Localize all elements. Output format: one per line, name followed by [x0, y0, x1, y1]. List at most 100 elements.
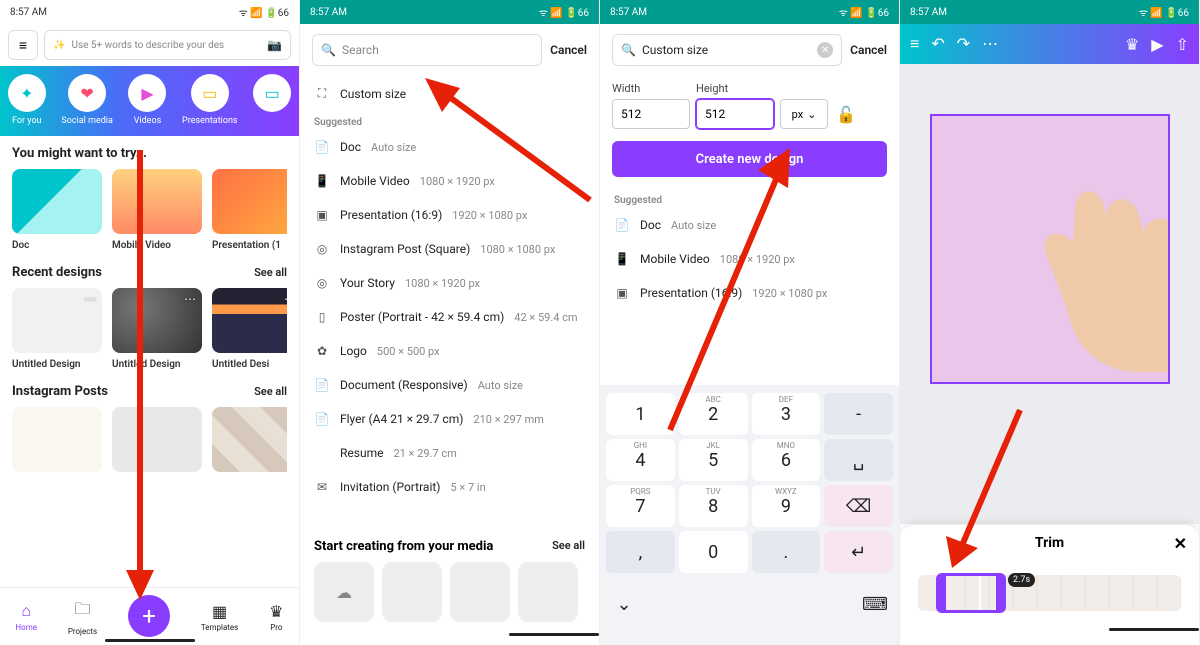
format-row[interactable]: Resume 21 × 29.7 cm [300, 436, 599, 470]
height-input[interactable] [696, 99, 774, 129]
nav-pro[interactable]: ♛Pro [269, 602, 283, 632]
create-fab[interactable]: + [128, 595, 170, 637]
lock-icon[interactable]: 🔓 [834, 99, 858, 129]
key-8[interactable]: TUV8 [679, 485, 748, 527]
recent-card[interactable]: ⋯Untitled Design [112, 288, 202, 370]
selected-frame[interactable] [930, 114, 1170, 384]
height-label: Height [696, 82, 774, 95]
cancel-button[interactable]: Cancel [550, 43, 587, 57]
template-card-presentation[interactable]: Presentation (1 [212, 169, 287, 251]
format-row[interactable]: 📄Flyer (A4 21 × 29.7 cm) 210 × 297 mm [300, 402, 599, 436]
format-row[interactable]: ▣Presentation (16:9) 1920 × 1080 px [600, 276, 899, 310]
category-presentations[interactable]: ▭Presentations [182, 74, 238, 126]
status-time: 8:57 AM [310, 7, 347, 18]
format-row[interactable]: ✉Invitation (Portrait) 5 × 7 in [300, 470, 599, 504]
category-more[interactable]: ▭ [253, 74, 291, 126]
key-7[interactable]: PQRS7 [606, 485, 675, 527]
nav-projects[interactable]: 🗀Projects [68, 598, 97, 636]
ig-card[interactable] [112, 407, 202, 472]
format-row[interactable]: ▯Poster (Portrait - 42 × 59.4 cm) 42 × 5… [300, 300, 599, 334]
key-5[interactable]: JKL5 [679, 439, 748, 481]
key-2[interactable]: ABC2 [679, 393, 748, 435]
format-row[interactable]: ◎Instagram Post (Square) 1080 × 1080 px [300, 232, 599, 266]
key-dot[interactable]: . [752, 531, 821, 573]
format-row[interactable]: 📱Mobile Video 1080 × 1920 px [600, 242, 899, 276]
key-backspace[interactable]: ⌫ [824, 485, 893, 527]
format-row[interactable]: 📄Doc Auto size [600, 208, 899, 242]
format-row[interactable]: ◎Your Story 1080 × 1920 px [300, 266, 599, 300]
search-placeholder: Use 5+ words to describe your des [71, 40, 224, 51]
key-space[interactable]: ␣ [824, 439, 893, 481]
key-1[interactable]: 1 [606, 393, 675, 435]
search-input[interactable]: 🔍 Search [312, 34, 542, 66]
recent-card[interactable]: ⋯Untitled Desi [212, 288, 287, 370]
media-tile[interactable] [450, 562, 510, 622]
key-3[interactable]: DEF3 [752, 393, 821, 435]
more-icon[interactable]: ⋯ [84, 292, 96, 306]
canvas-area[interactable] [900, 64, 1199, 524]
clear-icon[interactable]: ✕ [817, 42, 833, 58]
see-all-link[interactable]: See all [254, 266, 287, 279]
format-row[interactable]: 📱Mobile Video 1080 × 1920 px [300, 164, 599, 198]
key-comma[interactable]: , [606, 531, 675, 573]
keyboard-collapse[interactable]: ⌄ [606, 583, 642, 625]
key-9[interactable]: WXYZ9 [752, 485, 821, 527]
format-row[interactable]: ✿Logo 500 × 500 px [300, 334, 599, 368]
share-icon[interactable]: ⇧ [1176, 35, 1189, 54]
section-try: You might want to try... Doc Mobile Vide… [0, 136, 299, 255]
playhead[interactable] [979, 576, 981, 610]
upload-media-tile[interactable]: ☁ [314, 562, 374, 622]
key-dash[interactable]: - [824, 393, 893, 435]
timeline[interactable]: 2.7s [918, 575, 1181, 611]
cancel-button[interactable]: Cancel [850, 43, 887, 57]
media-tile[interactable] [518, 562, 578, 622]
more-icon[interactable]: ⋯ [982, 34, 998, 54]
unit-select[interactable]: px⌄ [780, 99, 828, 129]
create-design-button[interactable]: Create new design [612, 141, 887, 177]
section-title: Instagram Posts [12, 384, 108, 399]
template-card-mobile-video[interactable]: Mobile Video [112, 169, 202, 251]
category-social[interactable]: ❤Social media [61, 74, 113, 126]
keyboard-switch[interactable]: ⌨ [857, 583, 893, 625]
see-all-link[interactable]: See all [254, 385, 287, 398]
more-icon[interactable]: ⋯ [184, 292, 196, 306]
ig-card[interactable] [212, 407, 287, 472]
format-name: Mobile Video [340, 174, 410, 188]
width-input[interactable] [612, 99, 690, 129]
format-row[interactable]: 📄Doc Auto size [300, 130, 599, 164]
ig-card[interactable] [12, 407, 102, 472]
status-icons: ᯤ 📶 🔋66 [239, 5, 289, 19]
category-videos[interactable]: ▶Videos [128, 74, 166, 126]
format-row[interactable]: ▣Presentation (16:9) 1920 × 1080 px [300, 198, 599, 232]
menu-button[interactable]: ≡ [8, 30, 38, 60]
template-card-doc[interactable]: Doc [12, 169, 102, 251]
status-icons: ᯤ 📶 🔋66 [539, 5, 589, 19]
search-input[interactable]: ✨ Use 5+ words to describe your des 📷 [44, 30, 291, 60]
redo-icon[interactable]: ↷ [957, 34, 970, 54]
crown-icon[interactable]: ♛ [1125, 35, 1139, 54]
nav-home[interactable]: ⌂Home [15, 601, 37, 632]
nav-templates[interactable]: ▦Templates [201, 602, 238, 632]
camera-icon[interactable]: 📷 [267, 38, 282, 52]
recent-card[interactable]: ⋯Untitled Design [12, 288, 102, 370]
key-4[interactable]: GHI4 [606, 439, 675, 481]
see-all-link[interactable]: See all [552, 539, 585, 554]
custom-size-row[interactable]: ⛶ Custom size [300, 76, 599, 111]
close-icon[interactable]: ✕ [1174, 534, 1187, 553]
key-6[interactable]: MNO6 [752, 439, 821, 481]
menu-icon[interactable]: ≡ [910, 34, 919, 54]
category-for-you[interactable]: ✦For you [8, 74, 46, 126]
trim-handle-right[interactable] [996, 576, 1006, 610]
key-enter[interactable]: ↵ [824, 531, 893, 573]
format-row[interactable]: 📄Document (Responsive) Auto size [300, 368, 599, 402]
search-icon: 🔍 [321, 43, 336, 57]
undo-icon[interactable]: ↶ [931, 34, 944, 54]
media-tile[interactable] [382, 562, 442, 622]
key-0[interactable]: 0 [679, 531, 748, 573]
more-icon[interactable]: ⋯ [284, 292, 287, 306]
trim-handle-left[interactable] [936, 576, 946, 610]
search-input[interactable]: 🔍 Custom size ✕ [612, 34, 842, 66]
format-icon: ▯ [314, 310, 330, 324]
trim-selection[interactable] [936, 573, 1006, 613]
play-icon[interactable]: ▶ [1151, 35, 1163, 54]
